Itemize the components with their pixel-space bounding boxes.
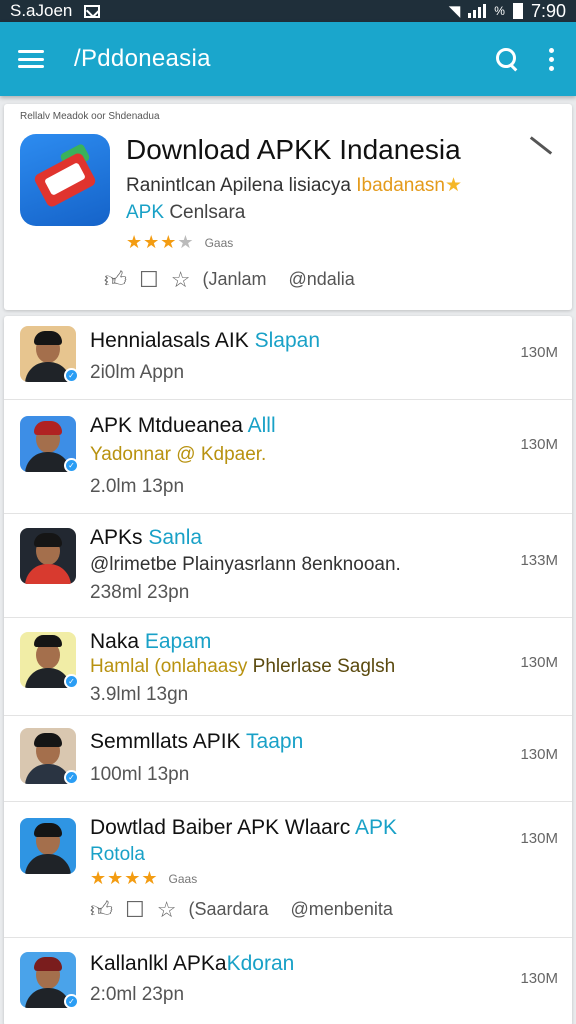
carrier-text: S.aJoen — [10, 1, 73, 20]
list-item[interactable]: ✓ Semmllats APIK Taapn 100ml 13pn 130M — [4, 716, 572, 802]
like-icon[interactable]: 👍︎ — [104, 266, 127, 293]
battery-percent: % — [494, 4, 505, 18]
search-icon[interactable] — [495, 47, 519, 71]
item-title: Dowtlad Baiber APK Wlaarc APK — [90, 816, 397, 839]
star-badge-icon: ★ — [445, 175, 463, 196]
list-item[interactable]: ✓ Hennialasals AIK Slapan 2i0lm Appn 130… — [4, 316, 572, 400]
item-size: 130M — [520, 970, 558, 987]
star-icon[interactable]: ☆ — [157, 897, 177, 923]
item-title: Kallanlkl APKaKdoran — [90, 952, 295, 975]
app-list: ✓ Hennialasals AIK Slapan 2i0lm Appn 130… — [4, 316, 572, 1024]
verified-icon: ✓ — [64, 770, 79, 785]
app-bar: /Pddoneasia — [0, 22, 576, 96]
verified-icon: ✓ — [64, 458, 79, 473]
featured-app-icon — [20, 134, 110, 226]
item-title: Hennialasals AIK Slapan — [90, 329, 320, 352]
item-action-label[interactable]: (Saardara — [188, 899, 268, 920]
verified-icon: ✓ — [64, 994, 79, 1009]
status-bar: S.aJoen ◥ % 7:90 — [0, 0, 576, 22]
item-meta: 100ml 13pn — [90, 764, 190, 785]
featured-subtitle-highlight: Ibadanasn — [356, 175, 445, 196]
rating-count: Gaas — [168, 871, 198, 886]
item-size: 133M — [520, 552, 558, 569]
featured-title: Download APKK Indanesia — [126, 134, 461, 165]
clock: 7:90 — [530, 0, 566, 21]
avatar — [20, 818, 76, 874]
item-title: APK Mtdueanea Alll — [90, 414, 276, 437]
featured-caption: Rellalv Meadok oor Shdenadua — [20, 111, 160, 122]
list-item[interactable]: ✓ APK Mtdueanea Alll Yadonnar @ Kdpaer. … — [4, 400, 572, 514]
item-meta: 238ml 23pn — [90, 582, 190, 603]
list-item[interactable]: Dowtlad Baiber APK Wlaarc APK Rotola ★★★… — [4, 802, 572, 938]
featured-subtitle: Ranintlcan Apilena lisiacya Ibadanasn★ — [126, 175, 463, 196]
item-size: 130M — [520, 746, 558, 763]
item-title: APKs Sanla — [90, 526, 203, 549]
comment-icon[interactable]: ☐ — [125, 897, 145, 923]
item-detail: Rotola — [90, 844, 145, 865]
menu-icon[interactable] — [18, 50, 44, 68]
list-item[interactable]: ✓ Kallanlkl APKaKdoran 2:0ml 23pn 130M — [4, 938, 572, 1024]
signal-icon — [468, 4, 487, 18]
item-rating: ★★★★ Gaas — [90, 868, 197, 889]
featured-developer: APK Cenlsara — [126, 202, 246, 223]
item-size: 130M — [520, 830, 558, 847]
mail-icon — [84, 4, 101, 18]
app-title: /Pddoneasia — [74, 45, 211, 72]
item-meta: 3.9lml 13gn — [90, 684, 189, 705]
featured-rating: ★★★★ Gaas — [126, 232, 233, 253]
like-icon[interactable]: 👍︎ — [90, 896, 113, 923]
star-icon[interactable]: ☆ — [171, 267, 191, 293]
item-actions: 👍︎ ☐ ☆ (Saardara @menbenita — [90, 896, 393, 923]
item-meta: 2:0ml 23pn — [90, 984, 185, 1005]
featured-card[interactable]: Rellalv Meadok oor Shdenadua Download AP… — [4, 104, 572, 310]
item-size: 130M — [520, 436, 558, 453]
rating-count: Gaas — [204, 235, 234, 250]
more-options-icon[interactable] — [545, 47, 558, 71]
item-detail: Hamlal (onlahaasy Phlerlase Saglsh — [90, 656, 396, 677]
avatar — [20, 528, 76, 584]
item-action-label-2[interactable]: @menbenita — [291, 899, 393, 920]
item-detail: @lrimetbe Plainyasrlann 8enknooan. — [90, 554, 401, 575]
list-item[interactable]: APKs Sanla @lrimetbe Plainyasrlann 8enkn… — [4, 514, 572, 618]
featured-action-label-2[interactable]: @ndalia — [289, 269, 355, 290]
verified-icon: ✓ — [64, 674, 79, 689]
item-size: 130M — [520, 654, 558, 671]
item-title: Naka Eapam — [90, 630, 212, 653]
comment-icon[interactable]: ☐ — [139, 267, 159, 293]
rating-stars-icon: ★★★★ — [90, 868, 159, 888]
featured-actions: 👍︎ ☐ ☆ (Janlam @ndalia — [104, 266, 355, 293]
dismiss-icon[interactable] — [529, 136, 553, 155]
battery-icon — [512, 3, 523, 19]
list-item[interactable]: ✓ Naka Eapam Hamlal (onlahaasy Phlerlase… — [4, 618, 572, 716]
featured-action-label[interactable]: (Janlam — [202, 269, 266, 290]
rating-stars-icon: ★★★★ — [126, 232, 195, 252]
item-meta: 2.0lm 13pn — [90, 476, 185, 497]
wifi-icon: ◥ — [448, 3, 461, 20]
item-size: 130M — [520, 344, 558, 361]
item-title: Semmllats APIK Taapn — [90, 730, 304, 753]
verified-icon: ✓ — [64, 368, 79, 383]
item-meta: 2i0lm Appn — [90, 362, 185, 383]
item-detail: Yadonnar @ Kdpaer. — [90, 444, 267, 465]
